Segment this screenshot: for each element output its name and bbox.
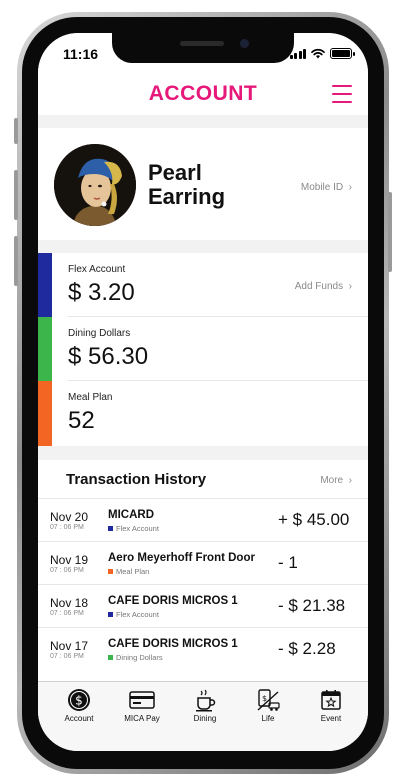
balance-row-dining[interactable]: Dining Dollars $ 56.30 xyxy=(38,317,368,381)
chevron-right-icon: › xyxy=(345,182,352,193)
transaction-date: Nov 19 xyxy=(50,553,89,567)
transaction-time: 07 : 06 PM xyxy=(50,567,84,574)
tab-event[interactable]: Event xyxy=(299,688,363,723)
chevron-right-icon: › xyxy=(345,475,352,486)
tab-mica-pay[interactable]: MICA Pay xyxy=(110,688,174,723)
transaction-amount: + $ 45.00 xyxy=(278,510,350,529)
transaction-row[interactable]: Nov 17 07 : 06 PM CAFE DORIS MICROS 1 Di… xyxy=(38,628,368,671)
transaction-history-card: Transaction History More › Nov 20 07 : 0… xyxy=(38,460,368,681)
calendar-star-icon xyxy=(321,690,341,710)
balances-card: Flex Account $ 3.20 Add Funds › Dining D… xyxy=(38,253,368,446)
balance-row-flex[interactable]: Flex Account $ 3.20 Add Funds › xyxy=(38,253,368,317)
section-title: Transaction History xyxy=(66,471,207,488)
tab-label: Event xyxy=(320,714,342,723)
account-color-square xyxy=(108,526,113,531)
avatar xyxy=(54,144,136,226)
transaction-row[interactable]: Nov 18 07 : 06 PM CAFE DORIS MICROS 1 Fl… xyxy=(38,585,368,628)
power-button xyxy=(388,192,392,272)
balance-value: $ 56.30 xyxy=(68,343,149,370)
add-funds-label: Add Funds xyxy=(294,281,344,292)
transaction-account-label: Flex Account xyxy=(116,524,159,533)
speaker-grille xyxy=(180,41,224,46)
transaction-amount: - 1 xyxy=(278,553,298,572)
profile-card: Pearl Earring Mobile ID › xyxy=(38,128,368,240)
app-header: ACCOUNT xyxy=(38,77,368,115)
account-color-square xyxy=(108,612,113,617)
transaction-account-label: Flex Account xyxy=(116,610,159,619)
transaction-time: 07 : 06 PM xyxy=(50,524,84,531)
flex-color-bar xyxy=(38,253,52,317)
life-icon: $ xyxy=(257,689,280,711)
tab-label: MICA Pay xyxy=(124,714,160,723)
transaction-date: Nov 17 xyxy=(50,639,89,653)
balance-label: Flex Account xyxy=(68,264,126,275)
card-icon xyxy=(129,691,155,709)
more-label: More xyxy=(320,475,344,486)
meal-plan-color-bar xyxy=(38,381,52,446)
transaction-merchant: CAFE DORIS MICROS 1 xyxy=(108,638,238,650)
transaction-account: Dining Dollars xyxy=(108,653,163,662)
tab-label: Life xyxy=(261,714,275,723)
volume-up-button xyxy=(14,170,18,220)
chevron-right-icon: › xyxy=(345,281,352,292)
tab-account[interactable]: $ Account xyxy=(47,688,111,723)
add-funds-link[interactable]: Add Funds › xyxy=(295,281,352,292)
more-link[interactable]: More › xyxy=(320,475,352,486)
balance-value: 52 xyxy=(68,407,95,434)
transaction-amount: - $ 2.28 xyxy=(278,639,336,658)
bottom-tab-bar: $ Account MICA Pay Dining $ Life Event xyxy=(38,681,368,751)
hamburger-menu-icon[interactable] xyxy=(332,85,352,103)
transaction-account: Flex Account xyxy=(108,524,159,533)
balance-value: $ 3.20 xyxy=(68,279,135,306)
account-color-square xyxy=(108,569,113,574)
mobile-id-label: Mobile ID xyxy=(300,182,344,193)
balance-label: Meal Plan xyxy=(68,392,113,403)
transaction-date: Nov 18 xyxy=(50,596,89,610)
profile-first-name: Pearl xyxy=(148,160,202,185)
balance-row-meal-plan[interactable]: Meal Plan 52 xyxy=(38,381,368,446)
status-icons xyxy=(289,48,355,59)
status-time: 11:16 xyxy=(63,46,99,62)
transaction-date: Nov 20 xyxy=(50,510,89,524)
transaction-account: Flex Account xyxy=(108,610,159,619)
battery-icon xyxy=(330,48,355,59)
transaction-time: 07 : 06 PM xyxy=(50,610,84,617)
volume-down-button xyxy=(14,236,18,286)
profile-last-name: Earring xyxy=(148,184,226,209)
dining-color-bar xyxy=(38,317,52,381)
tab-life[interactable]: $ Life xyxy=(236,688,300,723)
transaction-amount: - $ 21.38 xyxy=(278,596,346,615)
dollar-coin-icon: $ xyxy=(68,689,90,711)
transaction-account-label: Dining Dollars xyxy=(116,653,163,662)
wifi-icon xyxy=(311,48,325,59)
transaction-account: Meal Plan xyxy=(108,567,149,576)
transaction-row[interactable]: Nov 19 07 : 06 PM Aero Meyerhoff Front D… xyxy=(38,542,368,585)
tab-label: Dining xyxy=(193,714,217,723)
transaction-row[interactable]: Nov 20 07 : 06 PM MICARD Flex Account + … xyxy=(38,499,368,542)
tab-label: Account xyxy=(64,714,94,723)
front-camera xyxy=(240,39,249,48)
app-screen: 11:16 ACCOUNT Pearl Earring Mobile ID › … xyxy=(38,33,368,751)
tab-dining[interactable]: Dining xyxy=(173,688,237,723)
page-title: ACCOUNT xyxy=(148,82,258,105)
svg-text:$: $ xyxy=(75,694,83,708)
transaction-account-label: Meal Plan xyxy=(116,567,150,576)
notch xyxy=(112,33,294,63)
coffee-cup-icon xyxy=(196,689,216,712)
profile-name: Pearl Earring xyxy=(148,161,225,209)
balance-label: Dining Dollars xyxy=(68,328,131,339)
silent-switch xyxy=(14,118,18,144)
transaction-merchant: CAFE DORIS MICROS 1 xyxy=(108,595,238,607)
transaction-time: 07 : 06 PM xyxy=(50,653,84,660)
transaction-merchant: MICARD xyxy=(108,509,154,521)
mobile-id-link[interactable]: Mobile ID › xyxy=(301,182,352,193)
account-color-square xyxy=(108,655,113,660)
transaction-merchant: Aero Meyerhoff Front Door xyxy=(108,552,255,564)
